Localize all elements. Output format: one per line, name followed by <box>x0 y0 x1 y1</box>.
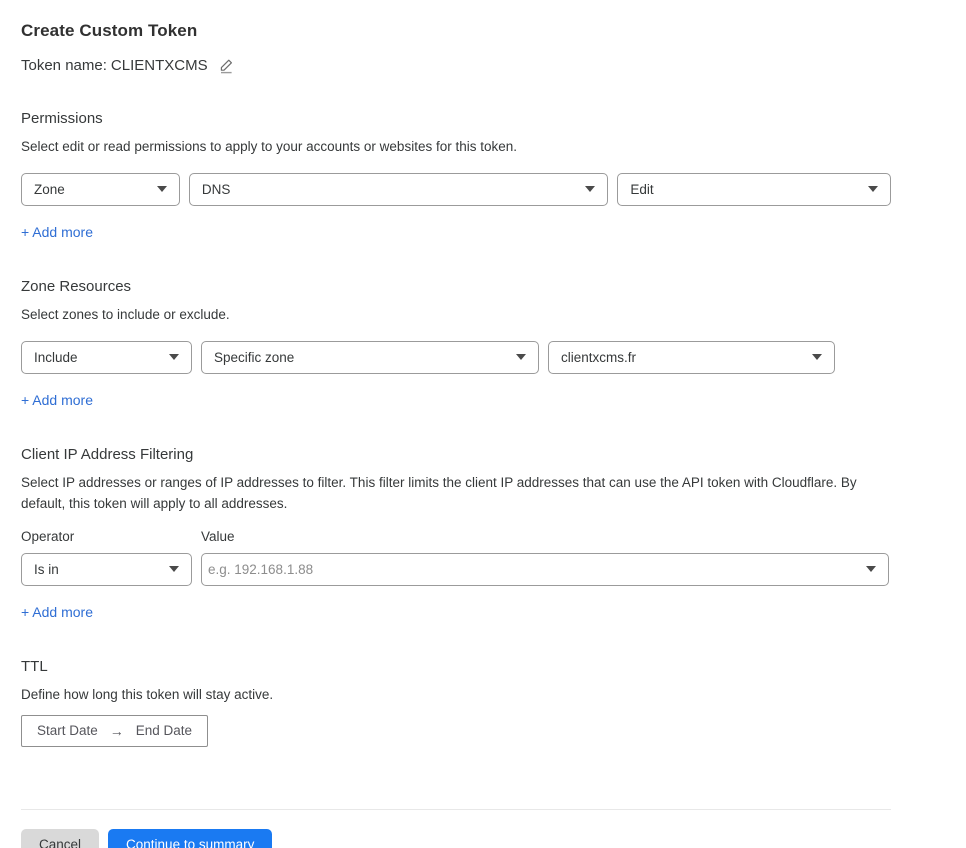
ip-filtering-section: Client IP Address Filtering Select IP ad… <box>21 446 891 622</box>
ttl-description: Define how long this token will stay act… <box>21 686 274 702</box>
chevron-down-icon <box>516 354 526 361</box>
chevron-down-icon <box>169 566 179 573</box>
permission-scope-select[interactable]: Zone <box>21 172 180 206</box>
page-title: Create Custom Token <box>21 21 198 40</box>
zone-resources-description: Select zones to include or exclude. <box>21 306 230 322</box>
token-name-label: Token name: <box>21 57 107 74</box>
value-label: Value <box>201 528 235 544</box>
ip-filtering-add-more-link[interactable]: + Add more <box>21 604 93 620</box>
zone-type-select[interactable]: Specific zone <box>201 340 539 374</box>
permission-scope-value: Zone <box>34 181 65 197</box>
permission-access-value: Edit <box>630 181 654 197</box>
zone-type-value: Specific zone <box>214 349 295 365</box>
operator-value: Is in <box>34 561 59 577</box>
ttl-date-range-picker[interactable]: Start Date → End Date <box>21 714 208 747</box>
ip-filtering-description: Select IP addresses or ranges of IP addr… <box>21 474 857 511</box>
zone-name-select[interactable]: clientxcms.fr <box>548 340 835 374</box>
start-date-label: Start Date <box>36 723 98 739</box>
ip-filtering-heading: Client IP Address Filtering <box>21 445 194 463</box>
chevron-down-icon <box>868 186 878 193</box>
ip-filtering-row: Is in <box>21 552 891 586</box>
chevron-down-icon <box>812 354 822 361</box>
operator-label: Operator <box>21 528 75 544</box>
zone-include-select[interactable]: Include <box>21 340 192 374</box>
permission-resource-value: DNS <box>201 181 231 197</box>
create-custom-token-page: Create Custom Token Token name: CLIENTXC… <box>0 0 912 848</box>
token-name-row: Token name: CLIENTXCMS <box>21 57 891 74</box>
permission-access-select[interactable]: Edit <box>617 172 891 206</box>
zone-resources-select-row: Include Specific zone clientxcms.fr <box>21 340 891 374</box>
zone-name-value: clientxcms.fr <box>561 349 637 365</box>
footer-actions: Cancel Continue to summary <box>21 828 891 848</box>
token-name-value: CLIENTXCMS <box>110 57 208 74</box>
zone-resources-heading: Zone Resources <box>21 277 132 295</box>
operator-select[interactable]: Is in <box>21 552 192 586</box>
zone-resources-section: Zone Resources Select zones to include o… <box>21 278 891 410</box>
zone-include-value: Include <box>34 349 78 365</box>
chevron-down-icon <box>156 186 167 193</box>
ttl-heading: TTL <box>21 657 48 675</box>
arrow-right-icon: → <box>109 722 124 739</box>
permissions-description: Select edit or read permissions to apply… <box>21 139 517 154</box>
ttl-section: TTL Define how long this token will stay… <box>21 658 891 747</box>
permissions-add-more-link[interactable]: + Add more <box>21 224 93 240</box>
chevron-down-icon <box>585 186 596 193</box>
chevron-down-icon <box>169 354 179 361</box>
chevron-down-icon[interactable] <box>866 566 876 573</box>
ip-filtering-field-labels: Operator Value <box>21 529 891 544</box>
edit-pencil-icon[interactable] <box>218 57 235 74</box>
footer-divider <box>21 808 891 810</box>
permissions-section: Permissions Select edit or read permissi… <box>21 110 891 242</box>
permissions-heading: Permissions <box>21 110 103 127</box>
end-date-label: End Date <box>135 723 193 739</box>
permission-resource-select[interactable]: DNS <box>188 172 609 206</box>
zone-resources-add-more-link[interactable]: + Add more <box>21 392 93 408</box>
ip-value-input[interactable] <box>208 561 856 577</box>
permissions-select-row: Zone DNS Edit <box>21 172 891 206</box>
cancel-button[interactable]: Cancel <box>21 828 100 848</box>
ip-value-combo <box>201 552 889 586</box>
continue-to-summary-button[interactable]: Continue to summary <box>108 828 273 848</box>
